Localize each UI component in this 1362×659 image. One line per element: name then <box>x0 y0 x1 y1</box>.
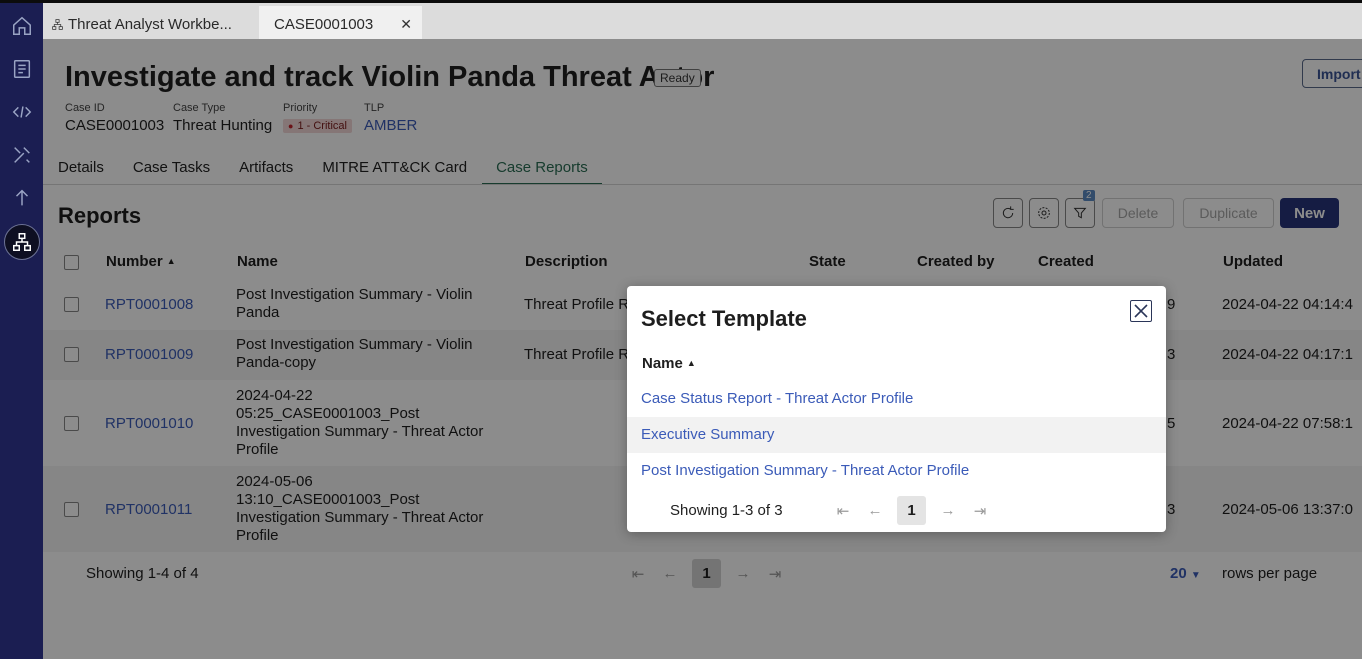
workflow-icon <box>52 18 63 30</box>
select-template-dialog: Select Template Name ▲ Case Status Report… <box>627 286 1166 532</box>
last-page-icon[interactable]: ⇥ <box>968 502 992 520</box>
prev-page-icon[interactable]: ← <box>863 502 887 519</box>
home-icon[interactable] <box>9 13 35 39</box>
next-page-icon[interactable]: → <box>936 502 960 519</box>
column-label: Name <box>642 355 683 372</box>
template-item[interactable]: Case Status Report - Threat Actor Profil… <box>627 381 1166 417</box>
pagination: ⇤ ← 1 → ⇥ <box>827 496 996 525</box>
tab-threat-analyst-workbench[interactable]: Threat Analyst Workbe... <box>51 6 259 42</box>
close-icon <box>1134 304 1148 318</box>
left-nav-rail <box>0 0 43 659</box>
book-icon[interactable] <box>9 56 35 82</box>
tab-label: CASE0001003 <box>274 15 374 33</box>
pagination-summary: Showing 1-3 of 3 <box>670 502 783 519</box>
close-icon[interactable]: ✕ <box>400 16 412 33</box>
column-name[interactable]: Name ▲ <box>642 355 696 372</box>
sort-ascending-icon: ▲ <box>686 358 696 368</box>
tab-label: Threat Analyst Workbe... <box>68 15 232 33</box>
tools-icon[interactable] <box>9 142 35 168</box>
current-page[interactable]: 1 <box>897 496 926 525</box>
tab-case[interactable]: CASE0001003 ✕ <box>259 6 422 42</box>
close-dialog-button[interactable] <box>1130 300 1152 322</box>
dialog-title: Select Template <box>641 306 807 331</box>
upload-icon[interactable] <box>9 185 35 211</box>
workspace-tabstrip: Threat Analyst Workbe... CASE0001003 ✕ <box>43 0 1362 42</box>
code-icon[interactable] <box>9 99 35 125</box>
first-page-icon[interactable]: ⇤ <box>831 502 855 520</box>
workflow-icon[interactable] <box>4 224 40 260</box>
template-item[interactable]: Executive Summary <box>627 417 1166 453</box>
template-item[interactable]: Post Investigation Summary - Threat Acto… <box>627 453 1166 489</box>
